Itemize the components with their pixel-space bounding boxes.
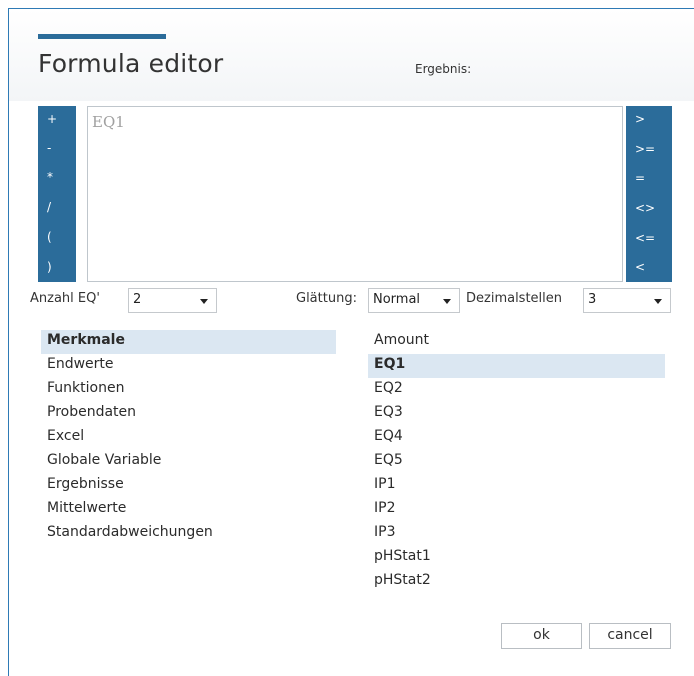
- operator-close-paren-button[interactable]: ): [38, 256, 76, 278]
- formula-editor-dialog: Formula editor Ergebnis: + - * / ( ) EQ1…: [8, 8, 694, 676]
- operator-open-paren-button[interactable]: (: [38, 226, 76, 248]
- item-ip2[interactable]: IP2: [368, 498, 665, 522]
- operator-greater-button[interactable]: >: [626, 108, 672, 130]
- category-item-globale-variable[interactable]: Globale Variable: [41, 450, 336, 474]
- item-eq5[interactable]: EQ5: [368, 450, 665, 474]
- category-list: Merkmale Endwerte Funktionen Probendaten…: [41, 330, 336, 546]
- ok-button[interactable]: ok: [501, 623, 582, 649]
- operator-equal-button[interactable]: =: [626, 167, 672, 189]
- dialog-header: Formula editor Ergebnis:: [9, 9, 694, 101]
- smoothing-label: Glättung:: [296, 291, 357, 306]
- dialog-title: Formula editor: [38, 49, 224, 78]
- decimals-label: Dezimalstellen: [466, 291, 563, 306]
- operator-not-equal-button[interactable]: <>: [626, 197, 672, 219]
- item-amount[interactable]: Amount: [368, 330, 665, 354]
- item-eq1[interactable]: EQ1: [368, 354, 665, 378]
- item-phstat1[interactable]: pHStat1: [368, 546, 665, 570]
- cancel-button[interactable]: cancel: [589, 623, 671, 649]
- chevron-down-icon: [443, 299, 451, 304]
- count-select[interactable]: 2: [128, 288, 217, 313]
- decimals-select[interactable]: 3: [583, 288, 671, 313]
- item-eq4[interactable]: EQ4: [368, 426, 665, 450]
- category-item-funktionen[interactable]: Funktionen: [41, 378, 336, 402]
- operator-less-equal-button[interactable]: <=: [626, 227, 672, 249]
- title-accent-bar: [38, 34, 166, 39]
- count-select-value: 2: [133, 292, 142, 307]
- operator-less-button[interactable]: <: [626, 256, 672, 278]
- category-item-standardabweichungen[interactable]: Standardabweichungen: [41, 522, 336, 546]
- decimals-select-value: 3: [588, 292, 597, 307]
- category-item-merkmale[interactable]: Merkmale: [41, 330, 336, 354]
- item-ip1[interactable]: IP1: [368, 474, 665, 498]
- operator-multiply-button[interactable]: *: [38, 166, 76, 188]
- smoothing-select[interactable]: Normal: [368, 288, 460, 313]
- chevron-down-icon: [654, 299, 662, 304]
- chevron-down-icon: [200, 299, 208, 304]
- item-eq3[interactable]: EQ3: [368, 402, 665, 426]
- smoothing-select-value: Normal: [373, 292, 421, 307]
- category-item-endwerte[interactable]: Endwerte: [41, 354, 336, 378]
- item-list: Amount EQ1 EQ2 EQ3 EQ4 EQ5 IP1 IP2 IP3 p…: [368, 330, 665, 594]
- result-label: Ergebnis:: [415, 62, 472, 76]
- category-item-mittelwerte[interactable]: Mittelwerte: [41, 498, 336, 522]
- operator-minus-button[interactable]: -: [38, 137, 76, 159]
- count-label: Anzahl EQ': [30, 291, 100, 306]
- operator-plus-button[interactable]: +: [38, 108, 76, 130]
- category-item-ergebnisse[interactable]: Ergebnisse: [41, 474, 336, 498]
- item-eq2[interactable]: EQ2: [368, 378, 665, 402]
- operator-greater-equal-button[interactable]: >=: [626, 138, 672, 160]
- category-item-excel[interactable]: Excel: [41, 426, 336, 450]
- category-item-probendaten[interactable]: Probendaten: [41, 402, 336, 426]
- operator-bar-right: > >= = <> <= <: [626, 106, 672, 282]
- item-ip3[interactable]: IP3: [368, 522, 665, 546]
- item-phstat2[interactable]: pHStat2: [368, 570, 665, 594]
- operator-divide-button[interactable]: /: [38, 196, 76, 218]
- operator-bar-left: + - * / ( ): [38, 106, 76, 282]
- formula-input[interactable]: EQ1: [87, 106, 623, 282]
